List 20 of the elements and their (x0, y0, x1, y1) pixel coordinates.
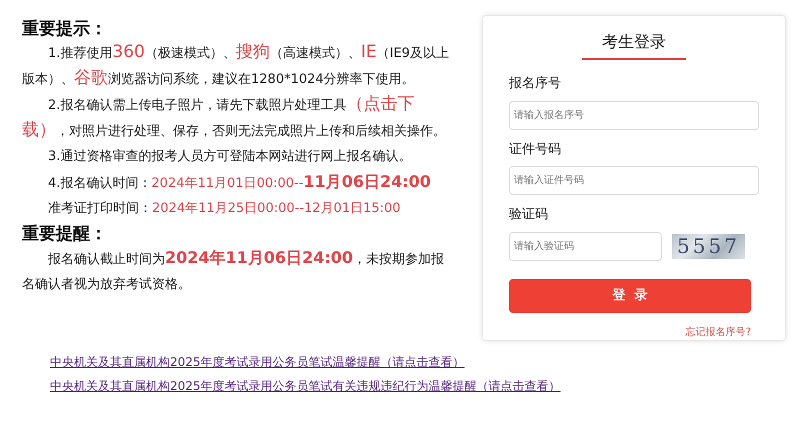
notice-paragraph: 4.报名确认时间：2024年11月01日00:00--11月06日24:00 (47, 171, 432, 193)
notice-paragraph: 准考证打印时间：2024年11月25日00:00--12月01日15:00 (47, 200, 402, 218)
field-label: 证件号码 (509, 140, 562, 158)
section-heading: 重要提示： (22, 18, 108, 40)
input-field[interactable]: 请输入证件号码 (509, 166, 759, 195)
input-field[interactable]: 请输入报名序号 (509, 100, 759, 130)
login-button[interactable]: 登 录 (509, 278, 751, 312)
input-field[interactable]: 请输入验证码 (509, 232, 662, 260)
notice-paragraph: 报名确认截止时间为2024年11月06日24:00，未按期参加报名确认者视为放弃考试资格。 (22, 247, 445, 294)
field-label: 报名序号 (509, 75, 562, 93)
notice-link[interactable]: 中央机关及其直属机构2025年度考试录用公务员笔试温馨提醒（请点击查看） (50, 353, 465, 371)
field-label: 验证码 (509, 206, 549, 224)
captcha-image[interactable]: 5557 (672, 234, 745, 258)
forgot-link[interactable]: 忘记报名序号? (686, 324, 751, 340)
notice-paragraph: 2.报名确认需上传电子照片，请先下载照片处理工具（点击下载），对照片进行处理、保存，否则无法完成照片上传和后续相关操作。 (22, 93, 447, 142)
section-heading: 重要提醒： (22, 223, 108, 245)
card-title: 考生登录 (582, 30, 686, 60)
notice-paragraph: 1.推荐使用360（极速模式）、搜狗（高速模式）、IE（IE9及以上版本）、谷歌浏览器访问系统，建议在1280*1024分辨率下使用。 (22, 41, 450, 90)
notice-paragraph: 3.通过资格审查的报考人员方可登陆本网站进行网上报名确认。 (47, 148, 412, 166)
notice-link[interactable]: 中央机关及其直属机构2025年度考试录用公务员笔试有关违规违纪行为温馨提醒（请点击查看） (50, 377, 561, 395)
